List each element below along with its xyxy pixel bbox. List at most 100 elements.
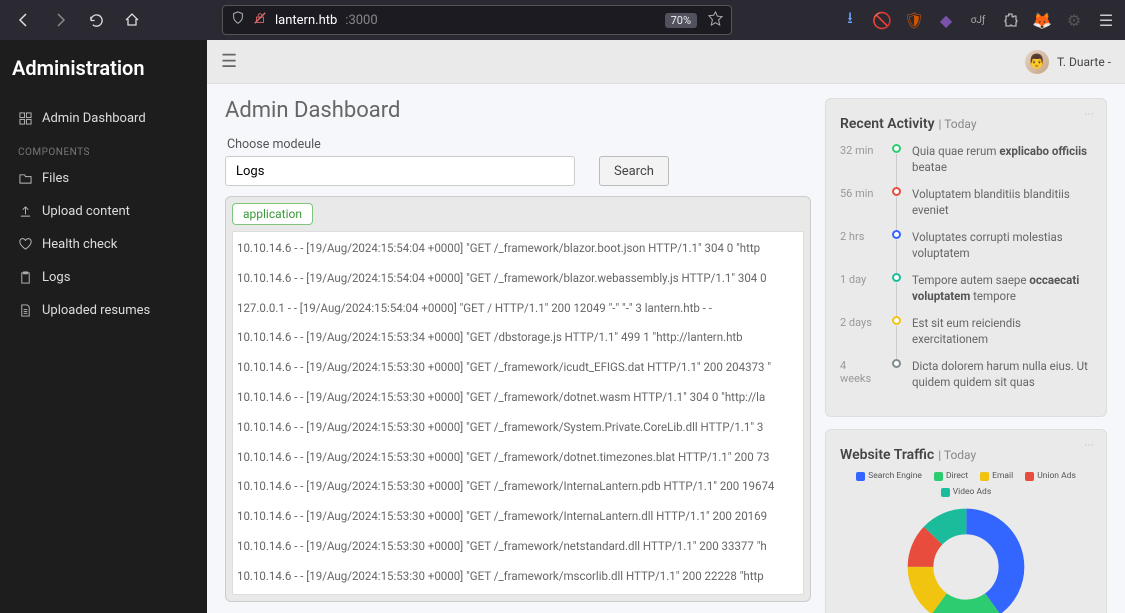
activity-time: 2 hrs xyxy=(840,230,880,261)
sidebar-item-label: Health check xyxy=(42,237,117,252)
noscript-icon[interactable]: 🚫 xyxy=(873,11,891,29)
log-line: 10.10.14.6 - - [19/Aug/2024:15:53:30 +00… xyxy=(237,387,799,409)
legend-item: Direct xyxy=(934,471,968,481)
traffic-title: Website Traffic xyxy=(840,447,934,463)
menu-toggle-button[interactable]: ☰ xyxy=(221,51,237,72)
donut-slice xyxy=(921,522,1012,613)
grid-icon xyxy=(18,112,32,125)
sidebar-item-logs[interactable]: Logs xyxy=(0,261,207,294)
log-line: 127.0.0.1 - - [19/Aug/2024:15:54:04 +000… xyxy=(237,298,799,320)
sidebar-section-label: COMPONENTS xyxy=(0,135,207,162)
module-label: Choose modeule xyxy=(225,137,811,152)
activity-text: Est sit eum reiciendis exercitationem xyxy=(912,316,1092,347)
ublock-icon[interactable]: 🛡 xyxy=(905,11,923,29)
document-icon xyxy=(18,304,32,317)
shield-icon xyxy=(231,11,245,29)
activity-time: 2 days xyxy=(840,316,880,347)
bookmark-star-icon[interactable] xyxy=(708,11,723,30)
back-button[interactable] xyxy=(10,6,38,34)
activity-dot xyxy=(892,316,901,325)
topbar: ☰ 👨 T. Duarte - xyxy=(207,40,1125,84)
forward-button[interactable] xyxy=(46,6,74,34)
activity-dot xyxy=(892,359,901,368)
sidebar-item-health-check[interactable]: Health check xyxy=(0,228,207,261)
zoom-indicator[interactable]: 70% xyxy=(665,13,697,28)
legend-item: Email xyxy=(980,471,1013,481)
foxyproxy-icon[interactable]: 🦊 xyxy=(1033,11,1051,29)
log-line: 10.10.14.6 - - [19/Aug/2024:15:53:30 +00… xyxy=(237,566,799,588)
user-menu[interactable]: 👨 T. Duarte - xyxy=(1025,50,1111,74)
sidebar: Administration Admin Dashboard COMPONENT… xyxy=(0,40,207,613)
activity-time: 32 min xyxy=(840,144,880,175)
page-title: Admin Dashboard xyxy=(225,98,811,123)
heart-icon xyxy=(18,238,32,251)
avatar: 👨 xyxy=(1025,50,1049,74)
settings-icon[interactable]: ⚙ xyxy=(1065,11,1083,29)
activity-item: 32 min Quia quae rerum explicabo officiis… xyxy=(840,144,1092,175)
module-input[interactable] xyxy=(225,156,575,186)
url-port: :3000 xyxy=(345,13,377,28)
extension-icons: ⭳ 🚫 🛡 ◆ σJƒ 🦊 ⚙ ☰ xyxy=(841,11,1115,29)
legend-item: Video Ads xyxy=(941,487,991,497)
user-name: T. Duarte - xyxy=(1057,55,1111,69)
extensions-button[interactable] xyxy=(1001,11,1019,29)
activity-dot xyxy=(892,230,901,239)
application-tag[interactable]: application xyxy=(232,203,313,225)
sidebar-item-label: Uploaded resumes xyxy=(42,303,150,318)
legend-item: Search Engine xyxy=(856,471,922,481)
activity-text: Voluptates corrupti molestias voluptatem xyxy=(912,230,1092,261)
activity-time: 1 day xyxy=(840,273,880,304)
sidebar-item-label: Upload content xyxy=(42,204,130,219)
log-line: 10.10.14.6 - - [19/Aug/2024:15:53:30 +00… xyxy=(237,357,799,379)
sidebar-item-label: Files xyxy=(42,171,69,186)
clipboard-icon xyxy=(18,271,32,284)
log-panel: application 10.10.14.6 - - [19/Aug/2024:… xyxy=(225,196,811,602)
sidebar-item-uploaded-resumes[interactable]: Uploaded resumes xyxy=(0,294,207,327)
traffic-donut-chart xyxy=(906,507,1026,613)
activity-dot xyxy=(892,273,901,282)
log-line: 10.10.14.6 - - [19/Aug/2024:15:54:04 +00… xyxy=(237,268,799,290)
extension-purple-icon[interactable]: ◆ xyxy=(937,11,955,29)
log-line: 10.10.14.6 - - [19/Aug/2024:15:53:34 +00… xyxy=(237,327,799,349)
card-menu-icon[interactable]: ⋯ xyxy=(1084,440,1096,451)
search-button[interactable]: Search xyxy=(599,156,669,186)
recent-activity-sub: | Today xyxy=(939,117,977,131)
log-output: 10.10.14.6 - - [19/Aug/2024:15:54:04 +00… xyxy=(232,231,804,595)
log-line: 10.10.14.6 - - [19/Aug/2024:15:53:30 +00… xyxy=(237,476,799,498)
activity-item: 1 day Tempore autem saepe occaecati volup… xyxy=(840,273,1092,304)
sidebar-item-dashboard[interactable]: Admin Dashboard xyxy=(0,102,207,135)
activity-dot xyxy=(892,187,901,196)
sidebar-item-label: Admin Dashboard xyxy=(42,111,146,126)
activity-text: Dicta dolorem harum nulla eius. Ut quide… xyxy=(912,359,1092,390)
browser-toolbar: lantern.htb :3000 70% ⭳ 🚫 🛡 ◆ σJƒ 🦊 ⚙ ☰ xyxy=(0,0,1125,40)
activity-time: 4 weeks xyxy=(840,359,880,390)
app-title: Administration xyxy=(0,40,207,102)
activity-item: 2 days Est sit eum reiciendis exercitatio… xyxy=(840,316,1092,347)
recent-activity-card: ⋯ Recent Activity | Today 32 minQuia qua… xyxy=(825,98,1107,417)
activity-text: Voluptatem blanditiis blanditiis eveniet xyxy=(912,187,1092,218)
activity-item: 2 hrs Voluptates corrupti molestias volup… xyxy=(840,230,1092,261)
sidebar-item-label: Logs xyxy=(42,270,70,285)
log-line: 10.10.14.6 - - [19/Aug/2024:15:53:30 +00… xyxy=(237,417,799,439)
traffic-legend: Search Engine Direct Email Union Ads Video A… xyxy=(840,471,1092,497)
sidebar-item-files[interactable]: Files xyxy=(0,162,207,195)
traffic-sub: | Today xyxy=(938,448,976,462)
download-icon[interactable]: ⭳ xyxy=(841,11,859,29)
legend-item: Union Ads xyxy=(1025,471,1076,481)
home-button[interactable] xyxy=(118,6,146,34)
activity-text: Tempore autem saepe occaecati voluptatem… xyxy=(912,273,1092,304)
activity-item: 56 min Voluptatem blanditiis blanditiis e… xyxy=(840,187,1092,218)
activity-text: Quia quae rerum explicabo officiis beata… xyxy=(912,144,1092,175)
sidebar-item-upload-content[interactable]: Upload content xyxy=(0,195,207,228)
website-traffic-card: ⋯ Website Traffic | Today Search Engine D… xyxy=(825,429,1107,613)
activity-dot xyxy=(892,144,901,153)
reload-button[interactable] xyxy=(82,6,110,34)
url-host: lantern.htb xyxy=(275,13,337,28)
card-menu-icon[interactable]: ⋯ xyxy=(1084,109,1096,120)
url-bar[interactable]: lantern.htb :3000 70% xyxy=(222,5,732,35)
log-line: 10.10.14.6 - - [19/Aug/2024:15:54:04 +00… xyxy=(237,238,799,260)
activity-time: 56 min xyxy=(840,187,880,218)
extension-git-icon[interactable]: σJƒ xyxy=(969,11,987,29)
app-menu-button[interactable]: ☰ xyxy=(1097,11,1115,29)
log-line: 10.10.14.6 - - [19/Aug/2024:15:53:30 +00… xyxy=(237,536,799,558)
